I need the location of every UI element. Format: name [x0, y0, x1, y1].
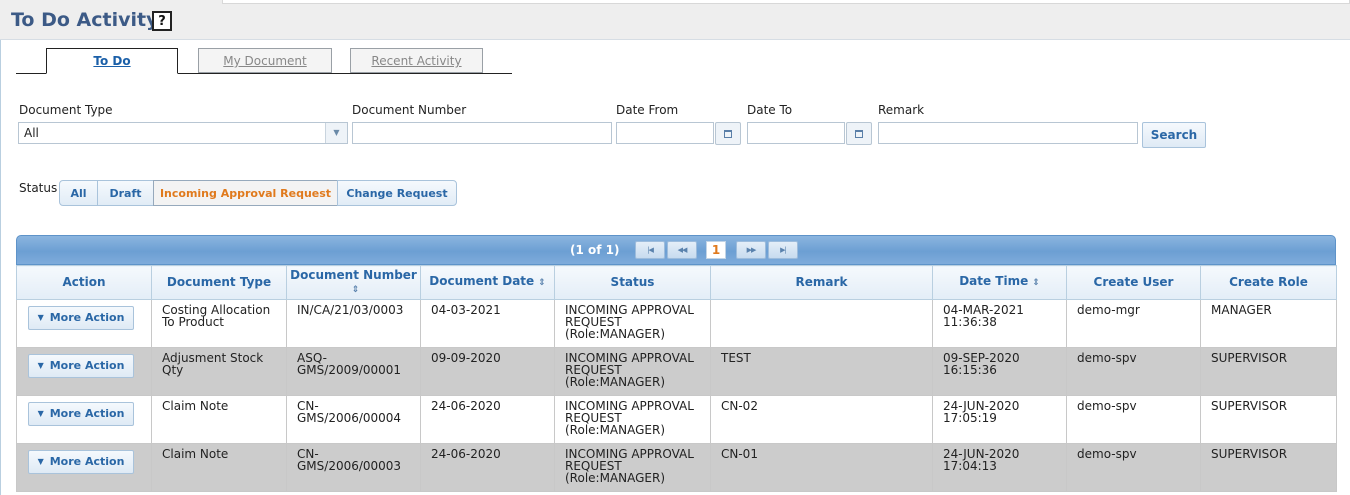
page-title: To Do Activity [11, 9, 159, 31]
status-change-request-button[interactable]: Change Request [337, 180, 457, 206]
top-bar [0, 0, 1350, 40]
more-action-label: More Action [49, 407, 125, 420]
prev-page-icon[interactable]: ◀◀ [667, 241, 697, 259]
cell-date-time: 24-JUN-2020 17:05:19 [932, 395, 1067, 444]
status-incoming-approval-button[interactable]: Incoming Approval Request [153, 180, 338, 206]
calendar-icon[interactable] [846, 122, 872, 145]
cell-create-user: demo-mgr [1066, 299, 1201, 348]
chevron-down-icon: ▼ [37, 313, 44, 322]
col-document-number-label: Document Number [290, 267, 417, 282]
col-create-role[interactable]: Create Role [1200, 265, 1337, 300]
chevron-down-icon: ▼ [37, 457, 44, 466]
cell-document-type: Claim Note [151, 443, 287, 492]
chevron-down-icon[interactable]: ▼ [325, 123, 347, 143]
date-to-label: Date To [747, 103, 793, 117]
cell-status: INCOMING APPROVAL REQUEST (Role:MANAGER) [554, 395, 711, 444]
cell-create-user: demo-spv [1066, 443, 1201, 492]
status-draft-button[interactable]: Draft [97, 180, 154, 206]
col-date-time[interactable]: Date Time ⇕ [932, 265, 1067, 300]
help-icon[interactable]: ? [152, 11, 172, 31]
cell-create-role: MANAGER [1200, 299, 1337, 348]
cell-date-time: 24-JUN-2020 17:04:13 [932, 443, 1067, 492]
date-from-label: Date From [616, 103, 679, 117]
document-number-input[interactable] [352, 122, 612, 144]
cell-document-type: Adjusment Stock Qty [151, 347, 287, 396]
status-all-button[interactable]: All [59, 180, 98, 206]
cell-create-user: demo-spv [1066, 395, 1201, 444]
cell-create-role: SUPERVISOR [1200, 347, 1337, 396]
col-document-date-label: Document Date [429, 274, 535, 288]
document-type-select[interactable]: All ▼ [18, 122, 348, 144]
cell-document-number: IN/CA/21/03/0003 [286, 299, 421, 348]
table-row: ▼ More Action Claim Note CN- GMS/2006/0000… [16, 443, 1337, 492]
cell-document-number: ASQ- GMS/2009/00001 [286, 347, 421, 396]
sort-icon[interactable]: ⇕ [538, 278, 546, 288]
more-action-label: More Action [49, 359, 125, 372]
cell-document-type: Costing Allocation To Product [151, 299, 287, 348]
document-type-value: All [24, 126, 39, 140]
todo-table: Action Document Type Document Number ⇕ Do… [16, 265, 1337, 492]
table-row: ▼ More Action Claim Note CN- GMS/2006/0000… [16, 395, 1337, 444]
col-remark[interactable]: Remark [710, 265, 933, 300]
col-date-time-label: Date Time [959, 274, 1029, 288]
remark-input[interactable] [878, 122, 1138, 144]
first-page-icon[interactable]: |◀ [635, 241, 665, 259]
cell-date-time: 09-SEP-2020 16:15:36 [932, 347, 1067, 396]
cell-document-date: 24-06-2020 [420, 443, 555, 492]
table-row: ▼ More Action Costing Allocation To Produc… [16, 299, 1337, 348]
more-action-button[interactable]: ▼ More Action [28, 402, 134, 426]
document-type-label: Document Type [19, 103, 113, 117]
cell-status: INCOMING APPROVAL REQUEST (Role:MANAGER) [554, 299, 711, 348]
chevron-down-icon: ▼ [37, 361, 44, 370]
tab-recent-activity[interactable]: Recent Activity [350, 48, 483, 73]
cell-document-date: 04-03-2021 [420, 299, 555, 348]
chevron-down-icon: ▼ [37, 409, 44, 418]
more-action-label: More Action [49, 455, 125, 468]
table-row: ▼ More Action Adjusment Stock Qty ASQ- GMS/… [16, 347, 1337, 396]
col-action: Action [16, 265, 152, 300]
sort-icon[interactable]: ⇕ [1032, 278, 1040, 288]
current-page[interactable]: 1 [706, 241, 726, 259]
more-action-button[interactable]: ▼ More Action [28, 450, 134, 474]
cell-remark: CN-01 [710, 443, 933, 492]
col-status[interactable]: Status [554, 265, 711, 300]
date-to-input[interactable] [747, 122, 845, 144]
col-create-user[interactable]: Create User [1066, 265, 1201, 300]
cell-remark [710, 299, 933, 348]
cell-document-date: 24-06-2020 [420, 395, 555, 444]
cell-create-role: SUPERVISOR [1200, 395, 1337, 444]
last-page-icon[interactable]: ▶| [768, 241, 798, 259]
table-header: Action Document Type Document Number ⇕ Do… [16, 265, 1337, 300]
date-from-input[interactable] [616, 122, 714, 144]
cell-remark: CN-02 [710, 395, 933, 444]
col-document-type[interactable]: Document Type [151, 265, 287, 300]
next-page-icon[interactable]: ▶▶ [736, 241, 766, 259]
cell-date-time: 04-MAR-2021 11:36:38 [932, 299, 1067, 348]
cell-document-number: CN- GMS/2006/00003 [286, 443, 421, 492]
cell-document-type: Claim Note [151, 395, 287, 444]
cell-status: INCOMING APPROVAL REQUEST (Role:MANAGER) [554, 347, 711, 396]
col-document-date[interactable]: Document Date ⇕ [420, 265, 555, 300]
cell-create-user: demo-spv [1066, 347, 1201, 396]
top-strip [222, 0, 1350, 4]
tab-my-document[interactable]: My Document [198, 48, 332, 73]
pager-info: (1 of 1) [570, 243, 620, 257]
status-label: Status [19, 181, 58, 195]
search-button[interactable]: Search [1142, 122, 1206, 148]
calendar-icon[interactable] [715, 122, 741, 145]
tab-to-do[interactable]: To Do [46, 48, 178, 74]
cell-document-number: CN- GMS/2006/00004 [286, 395, 421, 444]
more-action-button[interactable]: ▼ More Action [28, 306, 134, 330]
cell-document-date: 09-09-2020 [420, 347, 555, 396]
remark-label: Remark [878, 103, 925, 117]
cell-remark: TEST [710, 347, 933, 396]
cell-status: INCOMING APPROVAL REQUEST (Role:MANAGER) [554, 443, 711, 492]
cell-create-role: SUPERVISOR [1200, 443, 1337, 492]
more-action-button[interactable]: ▼ More Action [28, 354, 134, 378]
document-number-label: Document Number [352, 103, 467, 117]
col-document-number[interactable]: Document Number ⇕ [286, 265, 421, 300]
sort-icon[interactable]: ⇕ [352, 285, 360, 295]
more-action-label: More Action [49, 311, 125, 324]
